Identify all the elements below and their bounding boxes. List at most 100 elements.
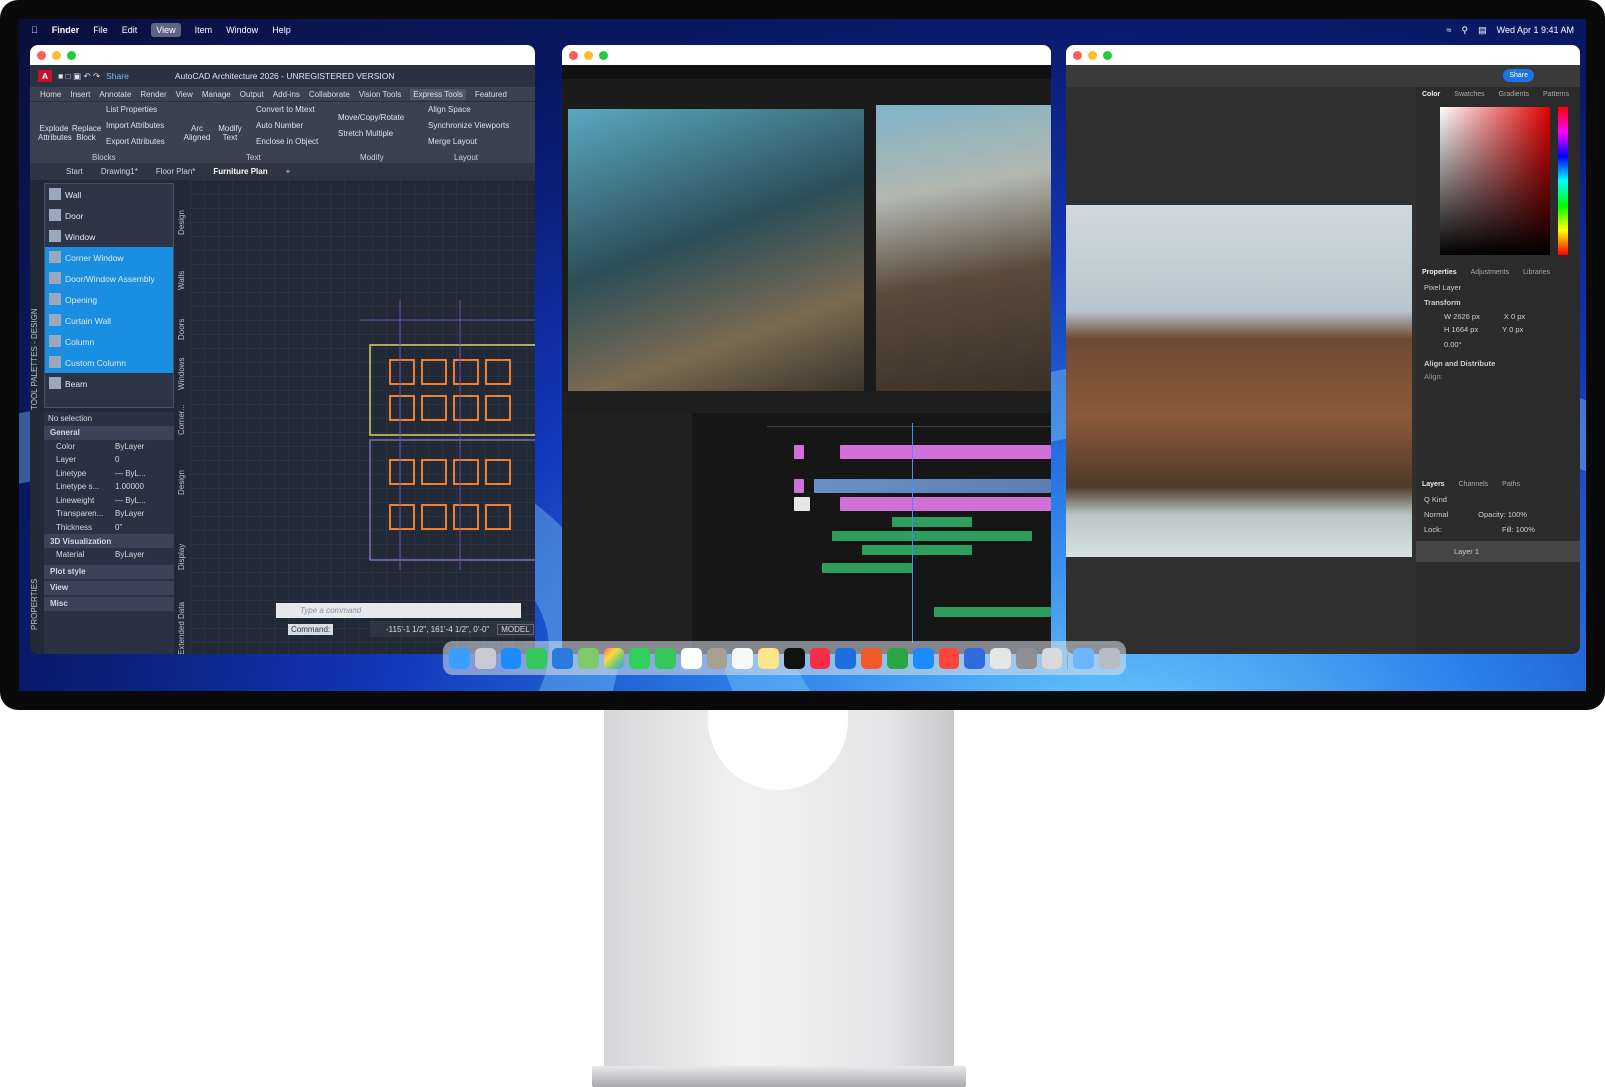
menu-item[interactable]: Item: [195, 25, 213, 35]
prop-row[interactable]: Transparen... ByLayer: [44, 507, 174, 521]
side-tab-display[interactable]: Display: [177, 544, 186, 570]
tv-icon[interactable]: [783, 647, 805, 669]
tab-addins[interactable]: Add-ins: [273, 90, 300, 99]
prop-row[interactable]: Material ByLayer: [44, 548, 174, 562]
arc-aligned-button[interactable]: Arc Aligned: [182, 106, 212, 142]
share-button[interactable]: Share: [1503, 69, 1534, 82]
tab-properties[interactable]: Properties: [1422, 269, 1457, 276]
downloads-folder-icon[interactable]: [1073, 647, 1095, 669]
tab-home[interactable]: Home: [40, 90, 61, 99]
books-icon[interactable]: [964, 647, 986, 669]
palette-door[interactable]: Door: [45, 205, 173, 226]
props-plot-style[interactable]: Plot style: [44, 564, 174, 579]
modify-text-button[interactable]: Modify Text: [216, 106, 244, 142]
audio-clip[interactable]: [862, 545, 972, 555]
group-text-label[interactable]: Text: [246, 153, 261, 162]
audio-clip[interactable]: [822, 563, 912, 573]
doc-tab-drawing1[interactable]: Drawing1*: [101, 167, 138, 176]
timeline-clip[interactable]: [794, 445, 804, 459]
audio-clip[interactable]: [892, 517, 972, 527]
palette-wall[interactable]: Wall: [45, 184, 173, 205]
props-view[interactable]: View: [44, 580, 174, 595]
monitor-controls[interactable]: [562, 391, 1051, 413]
props-3d-header[interactable]: 3D Visualization: [44, 534, 174, 548]
menu-finder[interactable]: Finder: [52, 25, 80, 35]
command-input[interactable]: Type a command: [276, 603, 521, 618]
doc-tab-floor-plan[interactable]: Floor Plan*: [156, 167, 196, 176]
side-tab-windows[interactable]: Windows: [177, 358, 186, 390]
props-general-header[interactable]: General: [44, 425, 174, 440]
safari-icon[interactable]: [500, 647, 522, 669]
close-button[interactable]: [37, 50, 46, 60]
tab-annotate[interactable]: Annotate: [99, 90, 131, 99]
tab-libraries[interactable]: Libraries: [1523, 269, 1550, 276]
audio-clip[interactable]: [934, 607, 1051, 617]
maps-icon[interactable]: [577, 647, 599, 669]
transform-header[interactable]: Transform: [1416, 295, 1580, 310]
tab-layers[interactable]: Layers: [1422, 481, 1445, 488]
list-properties-button[interactable]: List Properties: [106, 102, 157, 118]
prop-row[interactable]: Linetype — ByL...: [44, 467, 174, 481]
launchpad-icon[interactable]: [474, 647, 496, 669]
x-field[interactable]: X 0 px: [1504, 312, 1525, 321]
tab-render[interactable]: Render: [140, 90, 166, 99]
enclose-in-object-button[interactable]: Enclose in Object: [256, 134, 318, 150]
finder-icon[interactable]: [449, 647, 470, 669]
tab-swatches[interactable]: Swatches: [1454, 91, 1484, 98]
menu-window[interactable]: Window: [226, 25, 258, 35]
tab-channels[interactable]: Channels: [1459, 481, 1489, 488]
tab-vision-tools[interactable]: Vision Tools: [359, 90, 401, 99]
close-button[interactable]: [569, 50, 578, 60]
prop-row[interactable]: Layer 0: [44, 453, 174, 467]
group-layout-label[interactable]: Layout: [454, 153, 478, 162]
hue-slider[interactable]: [1558, 107, 1568, 255]
merge-layout-button[interactable]: Merge Layout: [428, 134, 477, 150]
control-center-icon[interactable]: ▤: [1478, 25, 1487, 36]
music-icon[interactable]: [809, 647, 831, 669]
notes-icon[interactable]: [758, 647, 779, 669]
menu-edit[interactable]: Edit: [122, 25, 138, 35]
doc-tab-furniture-plan[interactable]: Furniture Plan: [213, 167, 267, 176]
export-attributes-button[interactable]: Export Attributes: [106, 134, 165, 150]
side-tab-walls[interactable]: Walls: [177, 271, 186, 290]
app-store-icon[interactable]: [912, 647, 934, 669]
side-tab-extended-data[interactable]: Extended Data: [177, 602, 186, 654]
color-field[interactable]: [1440, 107, 1550, 255]
search-icon[interactable]: ⚲: [1462, 25, 1469, 36]
explode-attributes-button[interactable]: Explode Attributes: [38, 106, 72, 142]
quick-access-toolbar[interactable]: ■ □ ▣ ↶ ↷: [58, 71, 100, 82]
playhead[interactable]: [912, 423, 913, 643]
share-button[interactable]: Share: [106, 71, 129, 81]
layer-row[interactable]: Layer 1: [1416, 541, 1580, 562]
doc-tab-start[interactable]: Start: [66, 167, 83, 176]
facetime-icon[interactable]: [629, 647, 651, 669]
side-tab-doors[interactable]: Doors: [177, 319, 186, 340]
import-attributes-button[interactable]: Import Attributes: [106, 118, 164, 134]
auto-number-button[interactable]: Auto Number: [256, 118, 303, 134]
program-monitor-frame[interactable]: [876, 105, 1051, 391]
timeline-clip[interactable]: [840, 445, 1051, 459]
audio-clip[interactable]: [832, 531, 1032, 541]
calendar-icon[interactable]: [680, 647, 702, 669]
prop-row[interactable]: Thickness 0": [44, 521, 174, 535]
tab-adjustments[interactable]: Adjustments: [1471, 269, 1510, 276]
menubar-clock[interactable]: Wed Apr 1 9:41 AM: [1497, 25, 1574, 35]
photos-icon[interactable]: [603, 647, 625, 669]
replace-block-button[interactable]: Replace Block: [72, 106, 101, 142]
prop-row[interactable]: Color ByLayer: [44, 440, 174, 454]
tab-manage[interactable]: Manage: [202, 90, 231, 99]
zoom-button[interactable]: [1103, 50, 1112, 60]
drawing-canvas[interactable]: Wall Door Window Corner Window Door/Wind…: [30, 180, 535, 654]
convert-to-mtext-button[interactable]: Convert to Mtext: [256, 102, 315, 118]
minimize-button[interactable]: [584, 50, 593, 60]
fill-field[interactable]: Fill: 100%: [1502, 525, 1535, 534]
menu-help[interactable]: Help: [272, 25, 291, 35]
autocad-logo[interactable]: A: [38, 70, 53, 82]
timeline-panel[interactable]: [562, 413, 1051, 654]
prop-row[interactable]: Lineweight — ByL...: [44, 494, 174, 508]
stretch-multiple-button[interactable]: Stretch Multiple: [338, 126, 393, 142]
messages-icon[interactable]: [526, 647, 548, 669]
document-image[interactable]: [1066, 205, 1412, 557]
palette-corner-window[interactable]: Corner Window: [45, 247, 173, 268]
timeline-ruler[interactable]: [767, 421, 1051, 427]
